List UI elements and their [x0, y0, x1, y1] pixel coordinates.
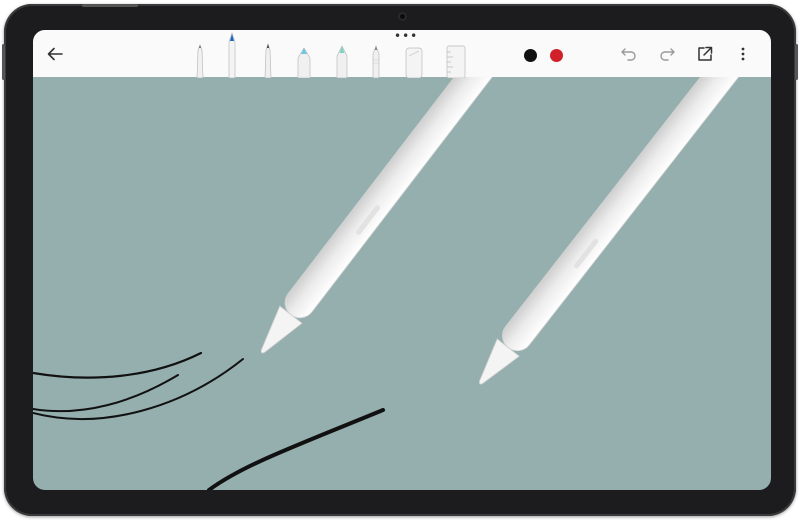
more-vertical-icon: [741, 47, 745, 61]
share-external-icon: [698, 46, 713, 61]
front-camera: [398, 12, 407, 21]
share-button[interactable]: [693, 42, 717, 66]
more-button[interactable]: [731, 42, 755, 66]
stylus-left: [260, 77, 511, 354]
color-swatch-red[interactable]: [550, 49, 563, 62]
fountain-pen-icon[interactable]: [225, 32, 239, 78]
marker-icon[interactable]: [295, 44, 313, 78]
ruler-icon[interactable]: [445, 44, 467, 78]
color-swatch-black[interactable]: [524, 49, 537, 62]
ink-stroke: [33, 358, 244, 420]
back-button[interactable]: [43, 42, 67, 66]
note-toolbar: •••: [33, 30, 771, 78]
tablet-screen: •••: [33, 30, 771, 490]
stylus-right: [478, 77, 743, 385]
highlighter-icon[interactable]: [334, 44, 350, 78]
stylus-body: [502, 77, 743, 352]
more-horizontal-icon[interactable]: •••: [394, 30, 418, 42]
pen-icon[interactable]: [193, 44, 207, 78]
side-button-right: [795, 44, 798, 80]
undo-icon: [621, 48, 636, 61]
ink-stroke: [33, 351, 203, 379]
ink-strokes: [33, 351, 385, 490]
redo-icon: [660, 48, 675, 61]
pencil-icon[interactable]: [369, 44, 383, 78]
top-button: [82, 4, 138, 7]
stylus-body: [284, 77, 511, 319]
arrow-left-icon: [47, 47, 63, 61]
ballpoint-icon[interactable]: [261, 42, 275, 78]
side-button-left: [2, 44, 5, 80]
drawing-canvas[interactable]: [33, 77, 771, 490]
undo-button[interactable]: [617, 42, 641, 66]
ink-stroke: [207, 408, 385, 490]
redo-button[interactable]: [655, 42, 679, 66]
eraser-icon[interactable]: [404, 44, 424, 78]
